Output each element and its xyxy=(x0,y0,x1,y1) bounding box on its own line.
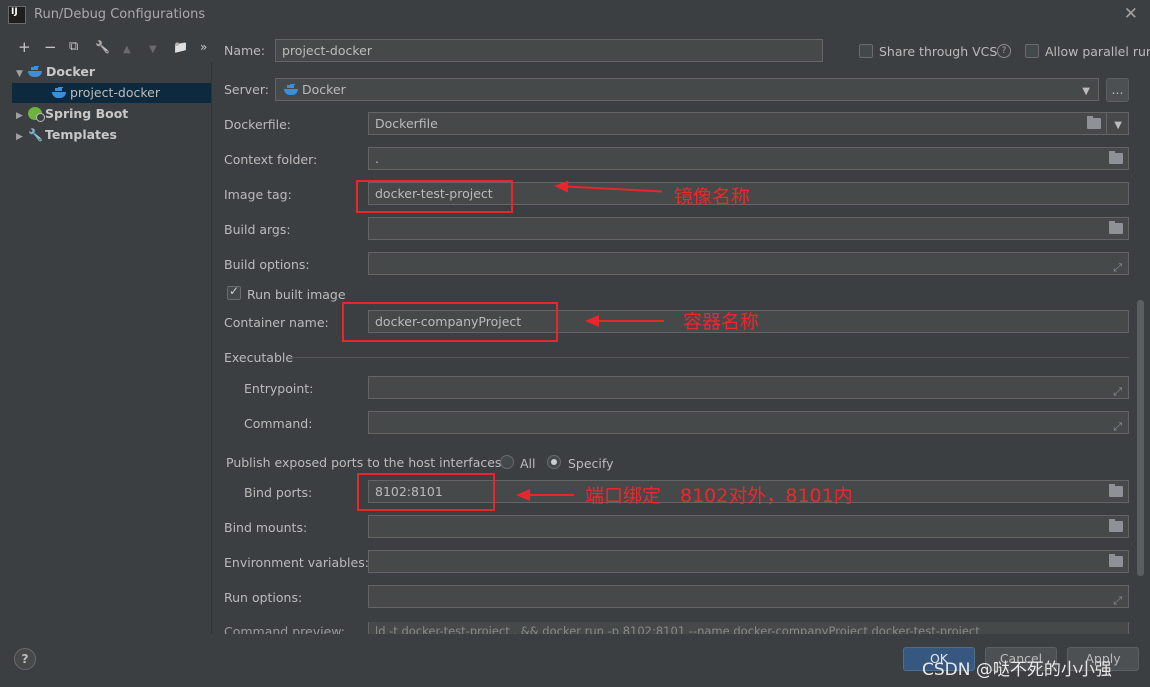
expand-icon[interactable]: ⤢ xyxy=(1113,590,1122,607)
dockerfile-value: Dockerfile xyxy=(375,116,438,131)
docker-icon xyxy=(284,84,299,95)
form-scrollbar[interactable] xyxy=(1137,300,1144,576)
share-vcs-label: Share through VCS xyxy=(879,44,998,59)
radio-specify-label: Specify xyxy=(568,456,614,471)
run-options-label: Run options: xyxy=(224,590,303,605)
folder-icon[interactable] xyxy=(1109,221,1123,234)
build-options-input[interactable]: ⤢ xyxy=(368,252,1129,275)
expand-icon[interactable]: ⤢ xyxy=(1113,416,1122,433)
command-label: Command: xyxy=(244,416,313,431)
section-divider xyxy=(288,357,1129,358)
run-built-image-checkbox[interactable] xyxy=(227,284,241,300)
image-tag-label: Image tag: xyxy=(224,187,292,202)
help-button[interactable]: ? xyxy=(14,648,36,670)
name-input[interactable]: project-docker xyxy=(275,39,823,62)
server-select[interactable]: Docker ▼ xyxy=(275,78,1099,101)
dockerfile-input[interactable]: Dockerfile xyxy=(368,112,1107,135)
allow-parallel-checkbox[interactable] xyxy=(1025,44,1039,58)
radio-all[interactable] xyxy=(500,455,514,469)
annotation-box-container-name xyxy=(342,302,558,342)
dockerfile-label: Dockerfile: xyxy=(224,117,292,132)
build-args-input[interactable] xyxy=(368,217,1129,240)
publish-ports-label: Publish exposed ports to the host interf… xyxy=(226,455,506,470)
chevron-down-icon: ▼ xyxy=(1114,120,1122,131)
expand-icon[interactable]: ⤢ xyxy=(1113,381,1122,398)
executable-section-label: Executable xyxy=(224,350,294,365)
name-label: Name: xyxy=(224,43,265,58)
annotation-arrow-container-name xyxy=(585,315,664,327)
bind-mounts-label: Bind mounts: xyxy=(224,520,308,535)
build-options-label: Build options: xyxy=(224,257,310,272)
help-circle-icon[interactable]: ? xyxy=(997,44,1011,58)
annotation-box-bind-ports xyxy=(357,473,495,511)
folder-icon[interactable] xyxy=(1087,116,1101,129)
context-folder-label: Context folder: xyxy=(224,152,318,167)
context-folder-value: . xyxy=(375,151,379,166)
run-options-input[interactable]: ⤢ xyxy=(368,585,1129,608)
annotation-image-name: 镜像名称 xyxy=(674,186,751,208)
server-value: Docker xyxy=(302,82,346,97)
chevron-down-icon: ▼ xyxy=(1082,86,1090,97)
name-label-text: Name: xyxy=(224,43,266,58)
folder-icon[interactable] xyxy=(1109,151,1123,164)
command-preview-text: ld -t docker-test-project . && docker ru… xyxy=(368,622,1129,634)
build-args-label: Build args: xyxy=(224,222,291,237)
configuration-form: Name: project-docker Share through VCS ?… xyxy=(0,0,1150,687)
dockerfile-dropdown-button[interactable]: ▼ xyxy=(1106,112,1129,135)
radio-specify[interactable] xyxy=(547,455,561,469)
run-built-image-label: Run built image xyxy=(247,287,346,302)
folder-icon[interactable] xyxy=(1109,554,1123,567)
command-input[interactable]: ⤢ xyxy=(368,411,1129,434)
csdn-watermark: CSDN @哒不死的小小强 xyxy=(922,660,1112,680)
environment-variables-label: Environment variables: xyxy=(224,555,369,570)
entrypoint-input[interactable]: ⤢ xyxy=(368,376,1129,399)
folder-icon[interactable] xyxy=(1109,519,1123,532)
command-preview-row: Command preview: ld -t docker-test-proje… xyxy=(212,622,1137,634)
entrypoint-label: Entrypoint: xyxy=(244,381,314,396)
radio-all-label: All xyxy=(520,456,536,471)
allow-parallel-label: Allow parallel run xyxy=(1045,44,1150,59)
bind-ports-label: Bind ports: xyxy=(244,485,313,500)
annotation-box-image-tag xyxy=(356,180,513,213)
server-label: Server: xyxy=(224,82,269,97)
command-preview-label: Command preview: xyxy=(224,624,346,634)
environment-variables-input[interactable] xyxy=(368,550,1129,573)
folder-icon[interactable] xyxy=(1109,484,1123,497)
annotation-container-name: 容器名称 xyxy=(683,311,760,333)
expand-icon[interactable]: ⤢ xyxy=(1113,257,1122,274)
annotation-arrow-bind-ports xyxy=(516,489,574,501)
server-browse-button[interactable]: ... xyxy=(1106,78,1129,102)
bind-mounts-input[interactable] xyxy=(368,515,1129,538)
context-folder-input[interactable]: . xyxy=(368,147,1129,170)
annotation-port-binding: 端口绑定 8102对外，8101内 xyxy=(585,485,853,507)
share-vcs-checkbox[interactable] xyxy=(859,44,873,58)
container-name-label: Container name: xyxy=(224,315,329,330)
